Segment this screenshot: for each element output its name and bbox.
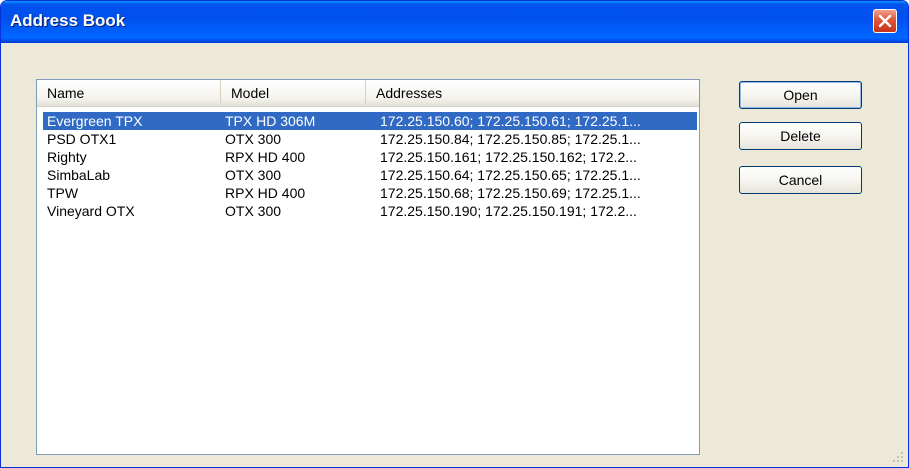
title-bar[interactable]: Address Book xyxy=(1,1,908,43)
row-addresses: 172.25.150.64; 172.25.150.65; 172.25.1..… xyxy=(380,167,641,183)
row-model: OTX 300 xyxy=(225,167,282,183)
row-name: Evergreen TPX xyxy=(47,113,143,129)
list-row[interactable]: Righty RPX HD 400 172.25.150.161; 172.25… xyxy=(43,148,697,166)
row-name: TPW xyxy=(47,185,79,201)
list-rows: Evergreen TPX TPX HD 306M 172.25.150.60;… xyxy=(43,112,697,220)
list-row[interactable]: TPW RPX HD 400 172.25.150.68; 172.25.150… xyxy=(43,184,697,202)
row-name: SimbaLab xyxy=(47,167,111,183)
column-header-addresses[interactable]: Addresses xyxy=(366,80,699,105)
delete-button[interactable]: Delete xyxy=(739,122,862,150)
row-model: RPX HD 400 xyxy=(225,185,306,201)
close-icon xyxy=(878,14,892,28)
row-addresses: 172.25.150.60; 172.25.150.61; 172.25.1..… xyxy=(380,113,641,129)
cancel-button[interactable]: Cancel xyxy=(739,166,862,194)
row-name: PSD OTX1 xyxy=(47,131,117,147)
close-button[interactable] xyxy=(873,9,897,33)
open-button[interactable]: Open xyxy=(739,81,862,109)
address-list[interactable]: Name Model Addresses Evergreen TPX TPX H… xyxy=(36,79,700,455)
window-title: Address Book xyxy=(10,11,126,30)
resize-grip-icon[interactable] xyxy=(892,451,904,463)
list-row[interactable]: Vineyard OTX OTX 300 172.25.150.190; 172… xyxy=(43,202,697,220)
row-model: RPX HD 400 xyxy=(225,149,306,165)
column-header-name[interactable]: Name xyxy=(37,80,221,105)
row-name: Vineyard OTX xyxy=(47,203,135,219)
list-row[interactable]: PSD OTX1 OTX 300 172.25.150.84; 172.25.1… xyxy=(43,130,697,148)
row-addresses: 172.25.150.84; 172.25.150.85; 172.25.1..… xyxy=(380,131,641,147)
row-addresses: 172.25.150.68; 172.25.150.69; 172.25.1..… xyxy=(380,185,641,201)
row-model: OTX 300 xyxy=(225,203,282,219)
list-row[interactable]: Evergreen TPX TPX HD 306M 172.25.150.60;… xyxy=(43,112,697,130)
row-addresses: 172.25.150.161; 172.25.150.162; 172.2... xyxy=(380,149,637,165)
row-addresses: 172.25.150.190; 172.25.150.191; 172.2... xyxy=(380,203,637,219)
row-model: TPX HD 306M xyxy=(225,113,316,129)
list-row[interactable]: SimbaLab OTX 300 172.25.150.64; 172.25.1… xyxy=(43,166,697,184)
row-name: Righty xyxy=(47,149,87,165)
list-header: Name Model Addresses xyxy=(37,80,699,107)
column-header-model[interactable]: Model xyxy=(221,80,366,105)
row-model: OTX 300 xyxy=(225,131,282,147)
address-book-dialog: Address Book Name Model Addresses Evergr… xyxy=(0,0,909,468)
